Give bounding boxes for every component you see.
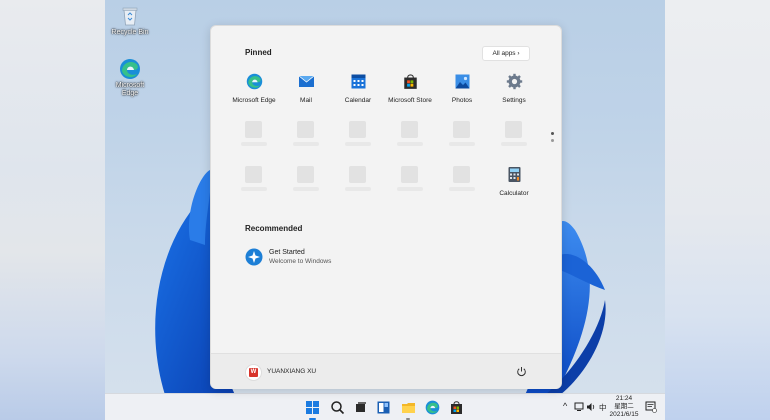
pinned-app-store[interactable]: Microsoft Store xyxy=(384,73,436,104)
pinned-placeholder xyxy=(349,166,366,183)
pinned-app-photos[interactable]: Photos xyxy=(436,73,488,104)
power-icon[interactable] xyxy=(516,366,527,377)
pinned-app-mail[interactable]: Mail xyxy=(280,73,332,104)
clock-time: 21:24 xyxy=(615,395,633,402)
edge-icon xyxy=(120,59,140,79)
start-menu: Pinned All apps › Microsoft Edge Mail Ca… xyxy=(210,25,562,389)
desktop-icon-label: Microsoft Edge xyxy=(115,82,145,97)
start-menu-footer: W YUANXIANG XU xyxy=(211,353,561,389)
recommended-item-title: Get Started xyxy=(269,249,305,256)
volume-icon[interactable] xyxy=(586,402,596,412)
pinned-app-label: Microsoft Edge xyxy=(232,97,276,104)
recommended-title: Recommended xyxy=(245,224,303,233)
get-started-icon xyxy=(245,248,263,266)
desktop-icon-recycle-bin[interactable]: Recycle Bin xyxy=(105,5,155,37)
widgets-icon[interactable] xyxy=(376,400,391,415)
pinned-placeholder-label xyxy=(293,142,319,146)
taskbar: ^ 中 21:24 星期二 2021/6/15 xyxy=(105,393,665,420)
pinned-placeholder-label xyxy=(449,142,475,146)
user-name: YUANXIANG XU xyxy=(267,368,317,375)
page-indicator-dot[interactable] xyxy=(551,139,554,142)
pinned-placeholder xyxy=(453,166,470,183)
pinned-placeholder xyxy=(453,121,470,138)
pinned-placeholder-label xyxy=(397,187,423,191)
pinned-app-label: Calendar xyxy=(344,97,372,104)
avatar: W xyxy=(245,364,262,381)
pinned-placeholder xyxy=(297,121,314,138)
settings-icon xyxy=(506,73,522,90)
chevron-right-icon: › xyxy=(517,50,520,57)
file-explorer-icon[interactable] xyxy=(401,400,416,415)
mail-icon xyxy=(298,75,314,87)
page-indicator-dot[interactable] xyxy=(551,132,554,135)
pinned-title: Pinned xyxy=(245,48,272,57)
pinned-placeholder xyxy=(245,121,262,138)
pinned-app-settings[interactable]: Settings xyxy=(488,73,540,104)
calculator-icon xyxy=(508,167,520,182)
pinned-placeholder xyxy=(297,166,314,183)
pinned-placeholder-label xyxy=(293,187,319,191)
clock-weekday: 星期二 xyxy=(614,403,634,410)
left-blurred-border xyxy=(0,0,105,420)
desktop-icon-label: Recycle Bin xyxy=(111,29,149,36)
pinned-placeholder-label xyxy=(501,142,527,146)
windows-start-icon[interactable] xyxy=(305,400,320,415)
edge-icon xyxy=(246,73,262,90)
desktop-icon-edge[interactable]: Microsoft Edge xyxy=(105,58,155,98)
pinned-placeholder-label xyxy=(397,142,423,146)
pinned-placeholder-label xyxy=(345,187,371,191)
pinned-placeholder xyxy=(349,121,366,138)
clock-date: 2021/6/15 xyxy=(609,411,639,418)
network-icon[interactable] xyxy=(574,402,584,412)
pinned-app-label: Settings xyxy=(502,97,526,104)
pinned-app-calendar[interactable]: Calendar xyxy=(332,73,384,104)
pinned-placeholder xyxy=(401,166,418,183)
all-apps-label: All apps xyxy=(492,50,516,57)
notification-icon[interactable] xyxy=(645,401,657,413)
avatar-badge: W xyxy=(249,368,258,377)
search-icon[interactable] xyxy=(330,400,345,415)
pinned-app-label: Mail xyxy=(300,97,312,104)
pinned-placeholder-label xyxy=(241,187,267,191)
pinned-placeholder-label xyxy=(241,142,267,146)
store-icon[interactable] xyxy=(449,400,464,415)
recommended-item-subtitle: Welcome to Windows xyxy=(269,258,332,265)
pinned-app-label: Microsoft Store xyxy=(388,97,432,104)
pinned-placeholder-label xyxy=(345,142,371,146)
clock[interactable]: 21:24 星期二 2021/6/15 xyxy=(605,395,643,419)
task-view-icon[interactable] xyxy=(353,400,368,415)
pinned-placeholder xyxy=(505,121,522,138)
pinned-app-label: Photos xyxy=(451,97,473,104)
store-icon xyxy=(403,74,417,89)
tray-chevron-up-icon[interactable]: ^ xyxy=(563,401,567,411)
calendar-icon xyxy=(351,74,365,89)
pinned-placeholder xyxy=(245,166,262,183)
recycle-bin-icon xyxy=(122,7,138,26)
pinned-placeholder xyxy=(401,121,418,138)
photos-icon xyxy=(455,74,469,89)
right-blurred-border xyxy=(665,0,770,420)
pinned-app-label: Calculator xyxy=(499,190,529,197)
edge-icon[interactable] xyxy=(425,400,440,415)
pinned-app-edge[interactable]: Microsoft Edge xyxy=(228,73,280,104)
all-apps-button[interactable]: All apps › xyxy=(482,46,530,61)
pinned-app-calculator[interactable]: Calculator xyxy=(488,166,540,197)
pinned-placeholder-label xyxy=(449,187,475,191)
